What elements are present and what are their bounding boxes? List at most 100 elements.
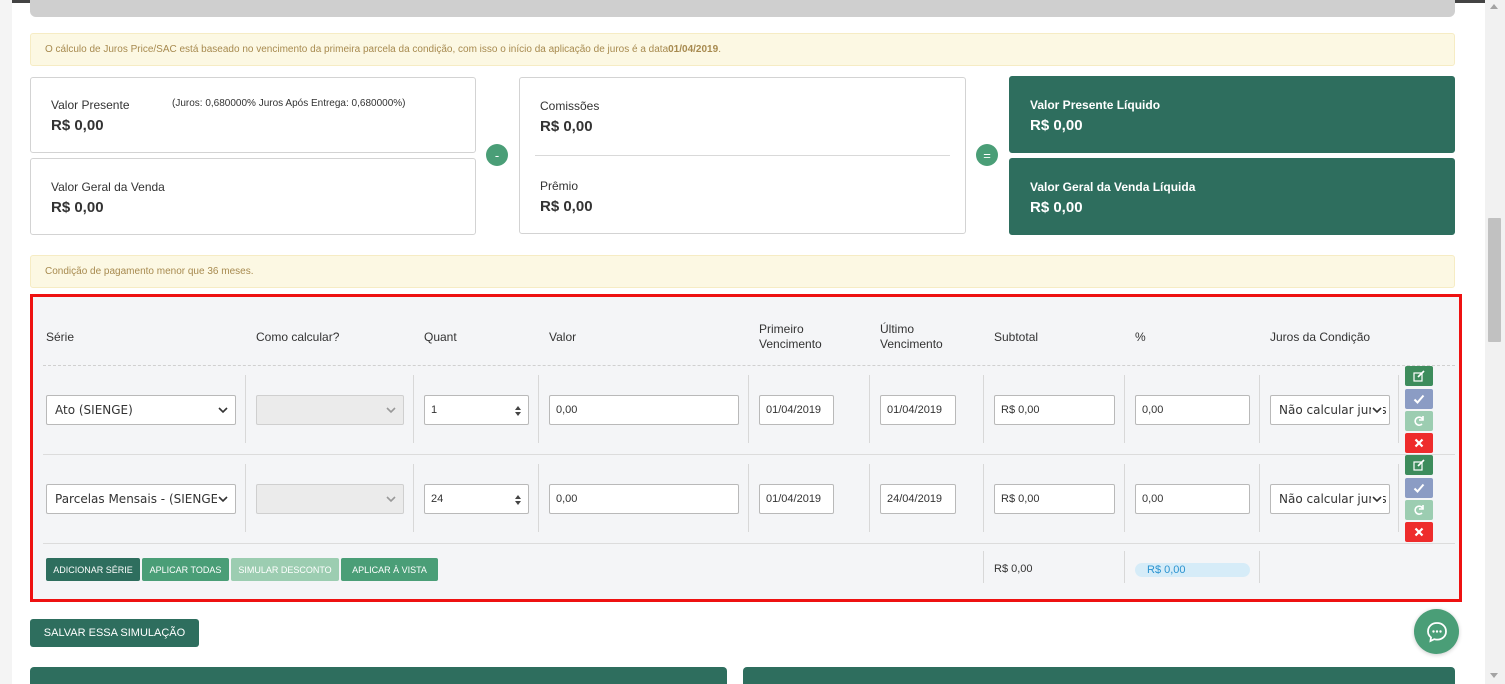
column-separator — [538, 375, 539, 443]
percent-value-1: 0,00 — [1142, 404, 1164, 416]
juros-select-2[interactable]: Não calcular juros — [1270, 484, 1390, 514]
edit-button-1[interactable] — [1405, 366, 1433, 386]
subtotal-input-1[interactable]: R$ 0,00 — [994, 395, 1115, 425]
apply-vista-button[interactable]: APLICAR À VISTA — [341, 558, 438, 581]
column-separator — [1259, 464, 1260, 532]
close-icon — [1414, 527, 1424, 537]
vp-liquido-label: Valor Presente Líquido — [1030, 98, 1161, 112]
confirm-button-1[interactable] — [1405, 389, 1433, 409]
header-separator — [43, 365, 1455, 366]
add-serie-button[interactable]: ADICIONAR SÉRIE — [46, 558, 140, 581]
refresh-button-2[interactable] — [1405, 500, 1433, 520]
chat-button[interactable] — [1414, 609, 1459, 654]
save-simulation-button[interactable]: SALVAR ESSA SIMULAÇÃO — [30, 619, 199, 647]
premio-label: Prêmio — [540, 179, 579, 193]
series-table: Série Como calcular? Quant Valor Primeir… — [30, 294, 1462, 602]
juros-select-1[interactable]: Não calcular juros — [1270, 395, 1390, 425]
chevron-down-icon — [218, 407, 228, 414]
scrollbar-thumb[interactable] — [1488, 218, 1501, 342]
serie-value-2: Parcelas Mensais - (SIENGE) — [55, 492, 223, 506]
primeiro-vencimento-input-2[interactable]: 01/04/2019 — [759, 484, 834, 514]
valor-input-1[interactable]: 0,00 — [549, 395, 739, 425]
valor-geral-label: Valor Geral da Venda — [51, 180, 165, 194]
column-separator — [748, 464, 749, 532]
minus-operator: - — [486, 144, 508, 166]
percent-input-1[interactable]: 0,00 — [1135, 395, 1250, 425]
ultimo-vencimento-input-1[interactable]: 01/04/2019 — [880, 395, 956, 425]
como-calcular-select-1[interactable] — [256, 395, 404, 425]
column-separator — [1259, 551, 1260, 583]
column-separator — [869, 375, 870, 443]
vg-liquida-label: Valor Geral da Venda Líquida — [1030, 180, 1196, 194]
comissoes-value: R$ 0,00 — [540, 118, 593, 135]
apply-all-button[interactable]: APLICAR TODAS — [142, 558, 229, 581]
primeiro-value-2: 01/04/2019 — [766, 493, 822, 505]
edit-icon — [1413, 370, 1425, 382]
refresh-icon — [1414, 505, 1424, 515]
page-scrollbar[interactable] — [1485, 0, 1505, 684]
vp-liquido-card: Valor Presente Líquido R$ 0,00 — [1009, 76, 1455, 153]
chat-icon — [1426, 621, 1447, 643]
valor-input-2[interactable]: 0,00 — [549, 484, 739, 514]
comissoes-card: Comissões R$ 0,00 Prêmio R$ 0,00 — [519, 77, 966, 234]
header-subtotal: Subtotal — [994, 330, 1039, 344]
header-bar — [30, 0, 1455, 17]
percent-input-2[interactable]: 0,00 — [1135, 484, 1250, 514]
row-separator — [43, 543, 1455, 544]
header-primeiro-vencimento: Primeiro Vencimento — [759, 322, 822, 352]
juros-alert: O cálculo de Juros Price/SAC está basead… — [30, 33, 1455, 66]
confirm-button-2[interactable] — [1405, 478, 1433, 498]
simulate-discount-button[interactable]: SIMULAR DESCONTO — [231, 558, 339, 581]
column-separator — [245, 375, 246, 443]
column-separator — [1398, 375, 1399, 443]
comissoes-label: Comissões — [540, 99, 600, 113]
ultimo-value-1: 01/04/2019 — [887, 404, 943, 416]
primeiro-vencimento-input-1[interactable]: 01/04/2019 — [759, 395, 834, 425]
premio-value: R$ 0,00 — [540, 198, 593, 215]
chevron-down-icon — [1371, 404, 1383, 416]
header-quant: Quant — [424, 330, 457, 344]
ultimo-vencimento-input-2[interactable]: 24/04/2019 — [880, 484, 956, 514]
scroll-down-icon[interactable] — [1490, 673, 1498, 678]
juros-alert-date: 01/04/2019 — [668, 44, 719, 55]
chevron-down-icon — [386, 496, 396, 503]
spinner-arrows-icon[interactable] — [514, 405, 522, 417]
column-separator — [245, 464, 246, 532]
edit-button-2[interactable] — [1405, 455, 1433, 475]
spinner-arrows-icon[interactable] — [514, 494, 522, 506]
serie-value-1: Ato (SIENGE) — [55, 403, 133, 417]
header-primeiro-line2: Vencimento — [759, 337, 822, 351]
como-calcular-select-2[interactable] — [256, 484, 404, 514]
quant-stepper-2[interactable]: 24 — [424, 484, 529, 514]
header-serie: Série — [46, 330, 75, 344]
serie-select-2[interactable]: Parcelas Mensais - (SIENGE) — [46, 484, 236, 514]
header-como-calcular: Como calcular? — [256, 330, 340, 344]
quant-stepper-1[interactable]: 1 — [424, 395, 529, 425]
scroll-up-icon[interactable] — [1490, 4, 1498, 9]
delete-button-2[interactable] — [1405, 522, 1433, 542]
refresh-button-1[interactable] — [1405, 411, 1433, 431]
valor-value-2: 0,00 — [556, 493, 578, 505]
vg-liquida-card: Valor Geral da Venda Líquida R$ 0,00 — [1009, 158, 1455, 235]
header-juros: Juros da Condição — [1270, 330, 1371, 344]
column-separator — [1124, 375, 1125, 443]
ultimo-value-2: 24/04/2019 — [887, 493, 943, 505]
delete-button-1[interactable] — [1405, 433, 1433, 453]
valor-presente-card: Valor Presente (Juros: 0,680000% Juros A… — [30, 77, 476, 153]
subtotal-input-2[interactable]: R$ 0,00 — [994, 484, 1115, 514]
column-separator — [1398, 464, 1399, 532]
column-separator — [1124, 551, 1125, 583]
serie-select-1[interactable]: Ato (SIENGE) — [46, 395, 236, 425]
subtotal-value-1: R$ 0,00 — [1001, 404, 1040, 416]
page: O cálculo de Juros Price/SAC está basead… — [0, 0, 1505, 684]
total-percent-badge: R$ 0,00 — [1135, 563, 1250, 577]
close-icon — [1414, 438, 1424, 448]
column-separator — [1259, 375, 1260, 443]
condicao-alert: Condição de pagamento menor que 36 meses… — [30, 255, 1455, 288]
chevron-down-icon — [1371, 493, 1383, 505]
check-icon — [1413, 483, 1425, 493]
primeiro-value-1: 01/04/2019 — [766, 404, 822, 416]
valor-presente-label: Valor Presente — [51, 98, 130, 112]
header-primeiro-line1: Primeiro — [759, 322, 804, 336]
header-ultimo-line1: Último — [880, 322, 915, 336]
